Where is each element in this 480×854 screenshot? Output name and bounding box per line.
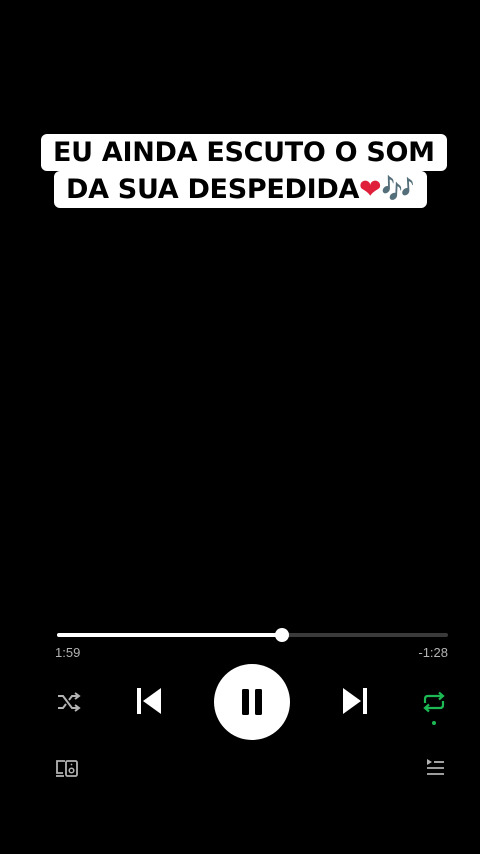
shuffle-icon — [58, 692, 81, 712]
previous-button[interactable] — [131, 684, 165, 718]
repeat-icon — [423, 691, 445, 713]
remaining-time: -1:28 — [418, 645, 448, 660]
repeat-button[interactable] — [420, 690, 448, 714]
devices-button[interactable] — [54, 757, 80, 779]
caption-line-2-text: DA SUA DESPEDIDA — [66, 174, 360, 205]
progress-fill — [57, 633, 283, 637]
next-button[interactable] — [339, 684, 373, 718]
caption-line-1: EU AINDA ESCUTO O SOM — [41, 134, 447, 171]
progress-knob[interactable] — [275, 628, 290, 642]
connect-devices-icon — [56, 760, 78, 777]
skip-previous-icon — [137, 688, 161, 714]
skip-next-icon — [343, 688, 367, 714]
heart-icon: ❤ — [359, 174, 382, 205]
queue-icon — [427, 759, 444, 775]
caption-line-2: DA SUA DESPEDIDA❤🎶 — [54, 171, 427, 208]
queue-button[interactable] — [424, 757, 446, 777]
shuffle-button[interactable] — [55, 690, 83, 714]
repeat-active-indicator — [432, 721, 436, 725]
elapsed-time: 1:59 — [55, 645, 81, 660]
music-notes-icon: 🎶 — [381, 174, 415, 205]
pause-icon — [242, 689, 262, 715]
progress-bar[interactable] — [57, 628, 448, 642]
pause-button[interactable] — [214, 664, 290, 740]
